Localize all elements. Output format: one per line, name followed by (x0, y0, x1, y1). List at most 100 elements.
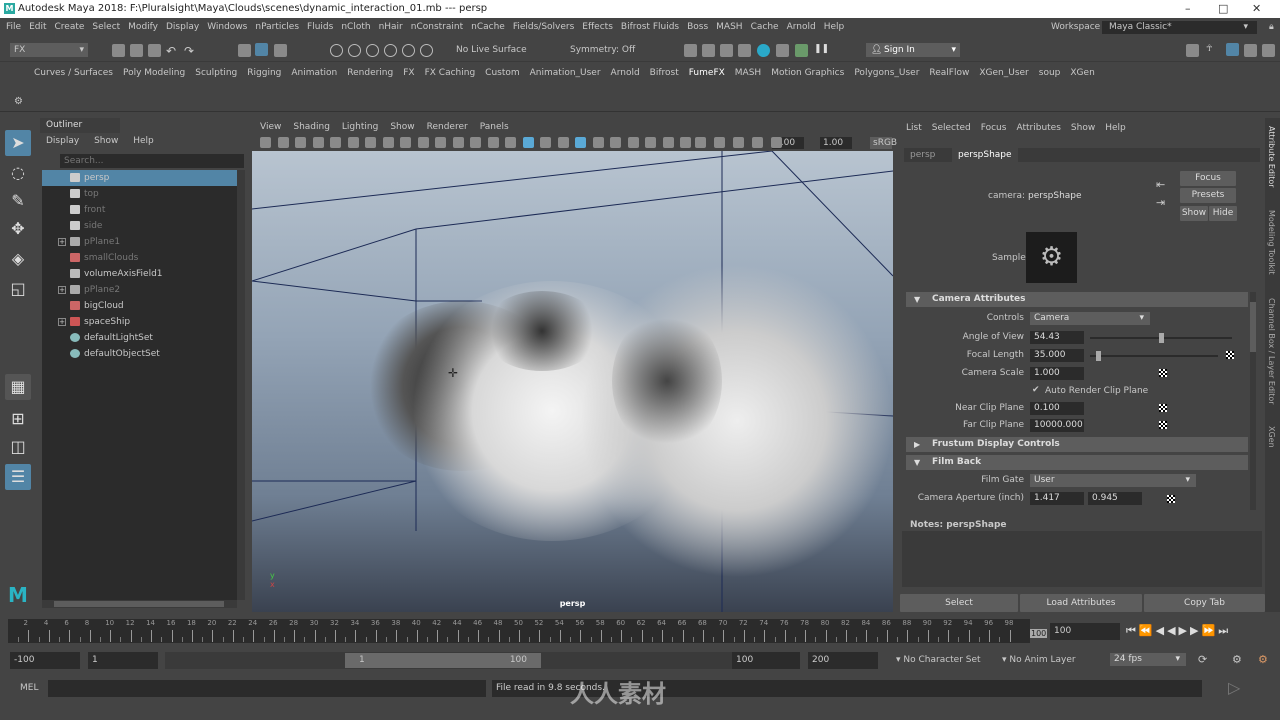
menu-boss[interactable]: Boss (687, 22, 708, 32)
range-slider-bar[interactable]: 1 100 (345, 653, 541, 668)
near-clip-field[interactable]: 0.100 (1030, 402, 1084, 415)
expand-icon[interactable]: + (58, 286, 66, 294)
live-surface-label[interactable]: No Live Surface (456, 43, 527, 57)
sign-in-button[interactable]: 👤︎ Sign In ▾ (866, 43, 960, 57)
tab-perspShape[interactable]: perspShape (952, 148, 1018, 162)
angle-of-view-field[interactable]: 54.43 (1030, 331, 1084, 344)
time-slider-track[interactable]: 2 4 6 8 10 12 14 16 18 20 22 24 26 28 30 32 34 36 38 40 42 44… (8, 619, 1030, 643)
angle-of-view-slider[interactable] (1090, 333, 1232, 343)
tab-persp[interactable]: persp (904, 148, 941, 162)
shelf-tab-motion-graphics[interactable]: Motion Graphics (771, 68, 844, 78)
select-object-icon[interactable] (255, 43, 268, 56)
render-view-icon[interactable] (684, 44, 697, 57)
go-to-start-icon[interactable]: ⏮ (1126, 624, 1139, 637)
snap-vertex-icon[interactable] (420, 44, 433, 57)
outliner-item[interactable]: persp (42, 170, 237, 186)
colorspace-label[interactable]: sRGB (870, 137, 897, 149)
select-component-icon[interactable] (274, 44, 287, 57)
expand-icon[interactable]: + (58, 238, 66, 246)
image-plane-icon[interactable] (330, 137, 341, 148)
resolution-gate-icon[interactable] (417, 137, 429, 148)
shelf-tab-rigging[interactable]: Rigging (247, 68, 281, 78)
render-setup-icon[interactable] (776, 44, 789, 57)
step-back-key-icon[interactable]: ⏪ (1139, 624, 1156, 637)
film-gate-icon[interactable] (400, 137, 411, 148)
copy-tab-button[interactable]: Copy Tab (1144, 594, 1265, 612)
notes-textarea[interactable] (902, 531, 1262, 587)
play-forward-icon[interactable]: ▶ (1179, 624, 1190, 637)
outliner-horizontal-scrollbar[interactable] (42, 600, 237, 608)
outliner-item[interactable]: side (42, 218, 237, 234)
hypershade-icon[interactable] (757, 44, 770, 57)
side-tab-channel-box[interactable]: Channel Box / Layer Editor (1267, 298, 1276, 405)
menu-modify[interactable]: Modify (128, 22, 158, 32)
light-editor-icon[interactable] (795, 44, 808, 57)
gear-icon[interactable]: ⚙︎ (14, 96, 23, 107)
shelf-tab-xgen-user[interactable]: XGen_User (979, 68, 1028, 78)
move-tool-icon[interactable]: ✥ (5, 216, 31, 242)
hide-button[interactable]: Hide (1209, 206, 1237, 221)
map-button-icon[interactable] (1159, 404, 1167, 412)
undo-icon[interactable]: ↶ (166, 44, 179, 58)
gamma-field[interactable]: 1.00 (820, 137, 852, 149)
safe-action-icon[interactable] (470, 137, 481, 148)
smooth-shade-icon[interactable] (522, 137, 534, 148)
menu-mash[interactable]: MASH (716, 22, 742, 32)
map-button-icon[interactable] (1159, 369, 1167, 377)
side-tab-modeling-toolkit[interactable]: Modeling Toolkit (1267, 210, 1276, 274)
depth-of-field-icon[interactable] (680, 137, 691, 148)
attribute-menu-focus[interactable]: Focus (981, 123, 1007, 133)
grease-pencil-icon[interactable] (365, 137, 376, 148)
paint-select-tool-icon[interactable]: ✎ (5, 188, 31, 214)
outliner-menu-show[interactable]: Show (94, 136, 118, 146)
viewport-menu-lighting[interactable]: Lighting (342, 122, 378, 132)
lock-camera-icon[interactable] (277, 137, 289, 148)
camera-aperture-y-field[interactable]: 0.945 (1088, 492, 1142, 505)
outliner-item[interactable]: + spaceShip (42, 314, 237, 330)
command-input[interactable] (48, 680, 486, 697)
play-backward-icon[interactable]: ◀ (1167, 624, 1178, 637)
section-frustum-display-controls[interactable]: ▶ Frustum Display Controls (906, 437, 1248, 452)
menu-fluids[interactable]: Fluids (307, 22, 333, 32)
shelf-tab-arnold[interactable]: Arnold (611, 68, 640, 78)
textured-icon[interactable] (557, 137, 569, 148)
side-tab-xgen[interactable]: XGen (1267, 426, 1276, 448)
outliner-menu-help[interactable]: Help (133, 136, 154, 146)
attribute-menu-selected[interactable]: Selected (932, 123, 971, 133)
section-camera-attributes[interactable]: ▼ Camera Attributes (906, 292, 1248, 307)
menu-effects[interactable]: Effects (582, 22, 613, 32)
shelf-tab-curves-surfaces[interactable]: Curves / Surfaces (34, 68, 113, 78)
new-scene-icon[interactable] (112, 44, 125, 57)
outliner-item[interactable]: smallClouds (42, 250, 237, 266)
menu-help[interactable]: Help (824, 22, 845, 32)
outliner-item[interactable]: front (42, 202, 237, 218)
playback-speed-icon[interactable]: ⚙︎ (1258, 653, 1268, 666)
four-view-layout-icon[interactable]: ⊞ (5, 406, 31, 432)
animation-end-field[interactable]: 200 (808, 652, 878, 669)
close-button[interactable]: ✕ (1252, 0, 1261, 18)
shelf-tab-custom[interactable]: Custom (485, 68, 519, 78)
shelf-tab-fumefx[interactable]: FumeFX (689, 68, 725, 78)
viewport-menu-view[interactable]: View (260, 122, 281, 132)
menu-nhair[interactable]: nHair (379, 22, 403, 32)
lasso-tool-icon[interactable]: ◌ (5, 160, 31, 186)
slider-knob[interactable] (1158, 333, 1164, 343)
save-scene-icon[interactable] (148, 44, 161, 57)
safe-title-icon[interactable] (487, 137, 499, 148)
attribute-menu-attributes[interactable]: Attributes (1016, 123, 1060, 133)
menu-fields-solvers[interactable]: Fields/Solvers (513, 22, 574, 32)
attribute-editor-scrollbar[interactable] (1250, 292, 1256, 510)
shelf-tab-mash[interactable]: MASH (735, 68, 761, 78)
anti-aliasing-icon[interactable] (662, 137, 674, 148)
workspace-select[interactable]: Maya Classic* ▾ (1102, 21, 1257, 34)
focal-length-slider[interactable] (1090, 351, 1218, 361)
select-button[interactable]: Select (900, 594, 1018, 612)
symmetry-label[interactable]: Symmetry: Off (570, 43, 635, 57)
load-input-icon[interactable]: ⇤ (1156, 178, 1165, 191)
map-button-icon[interactable] (1167, 495, 1175, 503)
lock-icon[interactable]: 🔒︎ (1269, 18, 1274, 36)
shelf-tab-animation-user[interactable]: Animation_User (530, 68, 601, 78)
shelf-tab-realflow[interactable]: RealFlow (929, 68, 969, 78)
slider-knob[interactable] (1096, 351, 1102, 361)
default-material-icon[interactable] (540, 137, 551, 148)
